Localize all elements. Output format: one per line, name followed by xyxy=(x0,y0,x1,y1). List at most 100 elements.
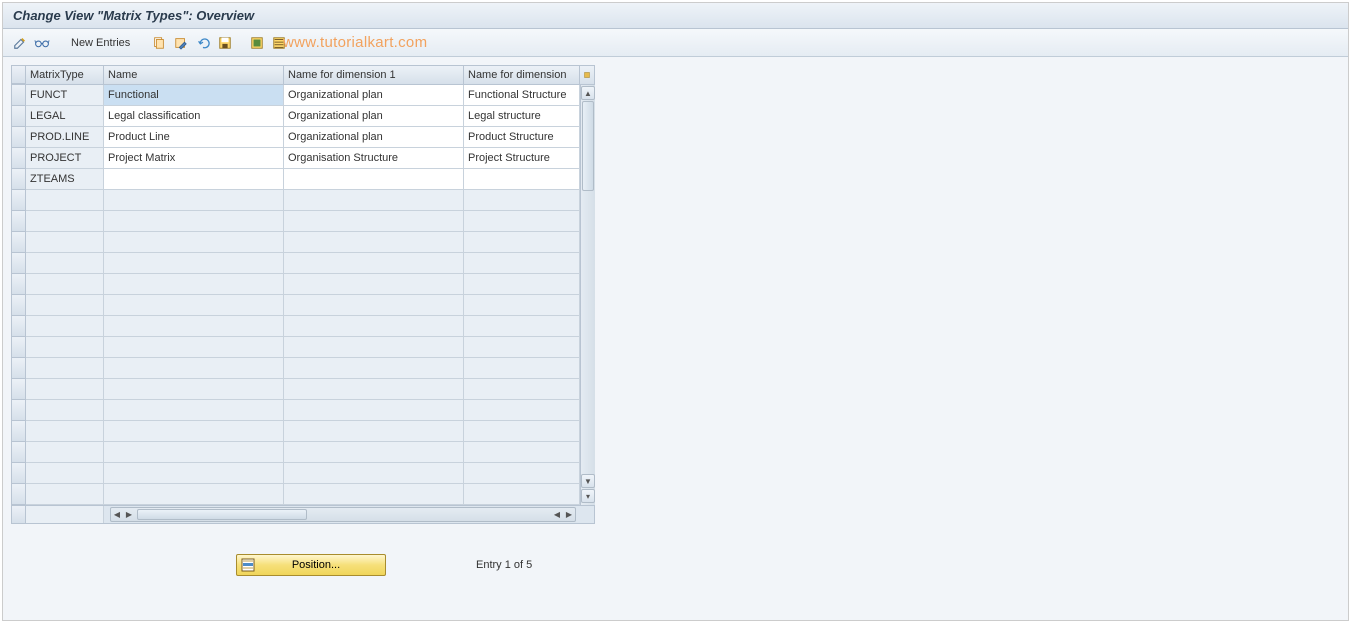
scroll-left-icon[interactable]: ◀ xyxy=(111,509,123,521)
empty-cell[interactable] xyxy=(284,421,464,442)
row-selector[interactable] xyxy=(12,463,26,484)
row-selector[interactable] xyxy=(12,484,26,505)
scroll-right-icon[interactable]: ▶ xyxy=(563,509,575,521)
empty-cell[interactable] xyxy=(284,400,464,421)
empty-cell[interactable] xyxy=(104,400,284,421)
scroll-right-inner-icon[interactable]: ▶ xyxy=(123,509,135,521)
scroll-down-icon[interactable]: ▼ xyxy=(581,474,595,488)
copy-icon[interactable] xyxy=(150,34,168,52)
row-selector[interactable] xyxy=(12,379,26,400)
cell-dim1[interactable]: Organizational plan xyxy=(284,106,464,127)
row-selector[interactable] xyxy=(12,211,26,232)
empty-cell[interactable] xyxy=(284,337,464,358)
empty-cell[interactable] xyxy=(464,400,580,421)
scroll-thumb-horizontal[interactable] xyxy=(137,509,307,520)
empty-cell[interactable] xyxy=(284,484,464,505)
empty-cell[interactable] xyxy=(104,421,284,442)
empty-cell[interactable] xyxy=(464,358,580,379)
empty-cell[interactable] xyxy=(104,295,284,316)
table-settings-icon[interactable] xyxy=(580,66,594,84)
cell-dim2[interactable]: Product Structure xyxy=(464,127,580,148)
empty-cell[interactable] xyxy=(464,379,580,400)
row-selector[interactable] xyxy=(12,148,26,169)
row-selector[interactable] xyxy=(12,274,26,295)
empty-cell[interactable] xyxy=(284,295,464,316)
empty-cell[interactable] xyxy=(104,442,284,463)
empty-cell[interactable] xyxy=(464,232,580,253)
deselect-all-icon[interactable] xyxy=(270,34,288,52)
vertical-scrollbar[interactable]: ▲ ▼ ▾ xyxy=(580,85,595,505)
empty-cell[interactable] xyxy=(104,316,284,337)
row-selector[interactable] xyxy=(12,295,26,316)
select-all-rows[interactable] xyxy=(12,66,26,84)
cell-matrixtype[interactable]: PROJECT xyxy=(26,148,104,169)
empty-cell[interactable] xyxy=(284,190,464,211)
cell-matrixtype[interactable]: PROD.LINE xyxy=(26,127,104,148)
row-selector[interactable] xyxy=(12,316,26,337)
empty-cell[interactable] xyxy=(284,232,464,253)
glasses-icon[interactable] xyxy=(33,34,51,52)
empty-cell[interactable] xyxy=(284,463,464,484)
row-selector[interactable] xyxy=(12,400,26,421)
col-header-dim2[interactable]: Name for dimension xyxy=(464,66,580,84)
empty-cell[interactable] xyxy=(104,484,284,505)
empty-cell[interactable] xyxy=(104,337,284,358)
cell-dim1[interactable]: Organizational plan xyxy=(284,127,464,148)
cell-dim1[interactable] xyxy=(284,169,464,190)
empty-cell[interactable] xyxy=(464,463,580,484)
save-icon[interactable] xyxy=(216,34,234,52)
scroll-end-icon[interactable]: ▾ xyxy=(581,489,595,503)
scroll-up-icon[interactable]: ▲ xyxy=(581,86,595,100)
row-selector[interactable] xyxy=(12,190,26,211)
cell-name[interactable] xyxy=(104,169,284,190)
position-button[interactable]: Position... xyxy=(236,554,386,576)
row-selector[interactable] xyxy=(12,232,26,253)
change-icon[interactable] xyxy=(11,34,29,52)
empty-cell[interactable] xyxy=(464,211,580,232)
empty-cell[interactable] xyxy=(104,211,284,232)
empty-cell[interactable] xyxy=(104,274,284,295)
select-all-icon[interactable] xyxy=(248,34,266,52)
cell-dim2[interactable]: Functional Structure xyxy=(464,85,580,106)
col-header-dim1[interactable]: Name for dimension 1 xyxy=(284,66,464,84)
empty-cell[interactable] xyxy=(284,211,464,232)
scroll-left-end-icon[interactable]: ◀ xyxy=(551,509,563,521)
cell-dim2[interactable]: Legal structure xyxy=(464,106,580,127)
cell-dim1[interactable]: Organisation Structure xyxy=(284,148,464,169)
cell-dim1[interactable]: Organizational plan xyxy=(284,85,464,106)
row-selector[interactable] xyxy=(12,442,26,463)
new-entries-button[interactable]: New Entries xyxy=(65,35,136,51)
cell-matrixtype[interactable]: FUNCT xyxy=(26,85,104,106)
cell-name[interactable]: Product Line xyxy=(104,127,284,148)
empty-cell[interactable] xyxy=(284,274,464,295)
cell-matrixtype[interactable]: LEGAL xyxy=(26,106,104,127)
row-selector[interactable] xyxy=(12,253,26,274)
col-header-name[interactable]: Name xyxy=(104,66,284,84)
empty-cell[interactable] xyxy=(104,190,284,211)
row-selector[interactable] xyxy=(12,421,26,442)
empty-cell[interactable] xyxy=(464,190,580,211)
undo-icon[interactable] xyxy=(194,34,212,52)
row-selector[interactable] xyxy=(12,127,26,148)
change-entry-icon[interactable] xyxy=(172,34,190,52)
cell-name[interactable]: Legal classification xyxy=(104,106,284,127)
empty-cell[interactable] xyxy=(464,421,580,442)
row-selector[interactable] xyxy=(12,358,26,379)
empty-cell[interactable] xyxy=(104,253,284,274)
empty-cell[interactable] xyxy=(464,484,580,505)
row-selector[interactable] xyxy=(12,337,26,358)
horizontal-scrollbar[interactable]: ◀ ▶ ◀ ▶ xyxy=(110,507,576,522)
cell-matrixtype[interactable]: ZTEAMS xyxy=(26,169,104,190)
empty-cell[interactable] xyxy=(104,232,284,253)
empty-cell[interactable] xyxy=(284,358,464,379)
row-selector[interactable] xyxy=(12,85,26,106)
col-header-matrixtype[interactable]: MatrixType xyxy=(26,66,104,84)
row-selector[interactable] xyxy=(12,106,26,127)
empty-cell[interactable] xyxy=(464,442,580,463)
cell-dim2[interactable] xyxy=(464,169,580,190)
empty-cell[interactable] xyxy=(104,463,284,484)
empty-cell[interactable] xyxy=(104,358,284,379)
cell-name[interactable]: Functional xyxy=(104,85,284,106)
cell-dim2[interactable]: Project Structure xyxy=(464,148,580,169)
row-selector[interactable] xyxy=(12,169,26,190)
